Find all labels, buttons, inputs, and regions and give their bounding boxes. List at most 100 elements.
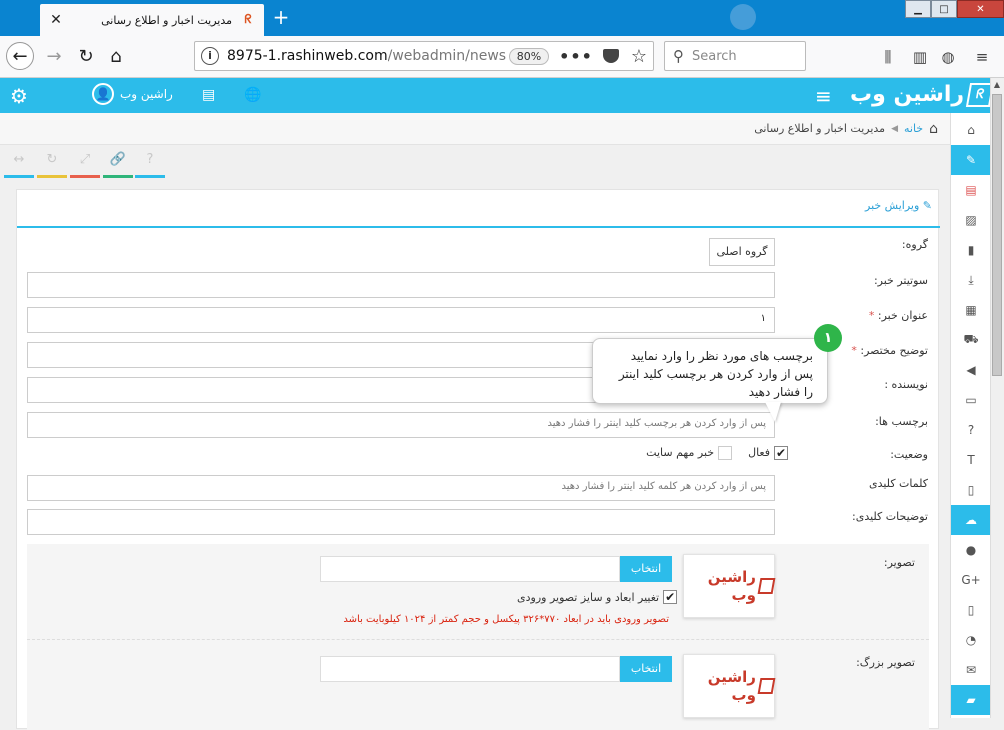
panel-title: ویرایش خبر <box>865 199 920 212</box>
resize-label: تغییر ابعاد و سایز تصویر ورودی <box>517 590 660 604</box>
scrollbar-thumb[interactable] <box>992 94 1002 376</box>
tab-title: مدیریت اخبار و اطلاع رسانی <box>101 13 232 27</box>
resize-checkbox[interactable]: ✔ <box>663 590 678 604</box>
breadcrumb-home-link[interactable]: خانه <box>904 122 923 135</box>
keywords-field[interactable]: پس از وارد کردن هر کلمه کلید اینتر را فش… <box>27 475 775 501</box>
bookmark-star-icon[interactable]: ☆ <box>631 46 647 67</box>
settings-gear-icon[interactable]: ⚙ <box>10 84 28 108</box>
sidebar-edit-icon[interactable]: ✎ <box>951 145 991 175</box>
image-pick-button[interactable]: انتخاب <box>620 556 672 582</box>
title-field[interactable]: ۱ <box>27 307 775 333</box>
website-globe-icon[interactable]: 🌐 <box>244 87 261 103</box>
browser-home-button[interactable]: ⌂ <box>102 42 130 70</box>
sidebar-question-icon[interactable]: ? <box>951 415 991 445</box>
search-icon: ⚲ <box>673 47 684 65</box>
sidebar-google-plus-icon[interactable]: G+ <box>951 565 991 595</box>
subtitle-label: سوتیتر خبر: <box>873 274 928 287</box>
keydesc-label: توضیحات کلیدی: <box>852 510 928 523</box>
thumb-logo-icon <box>757 578 776 594</box>
status-options: ✔فعال خبر مهم سایت <box>646 446 788 460</box>
icon-sidebar: ⌂ ✎ ▤ ▨ ▮ ⤓ ▦ ⛟ ◀ ▭ ? T ▯ ☁ ● G+ ▯ ◔ ✉ ▰ <box>950 113 991 718</box>
panel-tools-row: ↔ ↻ ⤢ 🔗 ? <box>0 146 950 182</box>
big-image-path-input[interactable] <box>320 656 620 682</box>
panel-header: ✎ ویرایش خبر <box>17 190 940 228</box>
big-image-label: تصویر بزرگ: <box>856 656 915 669</box>
globe-icon[interactable]: ◍ <box>938 48 958 68</box>
breadcrumb-home-icon[interactable]: ⌂ <box>929 121 938 137</box>
sidebar-document-icon[interactable]: ▮ <box>951 235 991 265</box>
browser-menu-icon[interactable]: ≡ <box>972 48 992 68</box>
maximize-button[interactable]: □ <box>931 0 957 18</box>
new-tab-button[interactable]: + <box>270 6 292 30</box>
browser-search-field[interactable]: ⚲ Search <box>664 41 806 71</box>
background-tab-ghost <box>540 10 720 26</box>
tags-help-tooltip: برچسب های مورد نظر را وارد نمایید پس از … <box>592 338 828 404</box>
scroll-up-icon[interactable]: ▲ <box>990 80 1004 89</box>
sidebar-text-icon[interactable]: T <box>951 445 991 475</box>
collapse-icon[interactable]: ↔ <box>4 152 34 172</box>
logo-text: راشین وب <box>850 82 965 107</box>
sidebar-users-icon[interactable]: ☁ <box>951 505 991 535</box>
group-select-button[interactable]: گروه اصلی <box>709 238 775 266</box>
url-path: /webadmin/news <box>387 48 507 64</box>
big-image-thumbnail[interactable]: راشین وب <box>683 654 776 718</box>
pocket-icon[interactable] <box>602 49 619 63</box>
library-icon[interactable]: ⫼ <box>878 48 898 68</box>
breadcrumb: ⌂ خانه ◀ مدیریت اخبار و اطلاع رسانی <box>0 113 950 145</box>
close-tab-icon[interactable]: ✕ <box>48 12 64 28</box>
sidebar-comments-icon[interactable]: ◔ <box>951 625 991 655</box>
thumb-brand: راشین وب <box>707 568 756 604</box>
sidebar-home-icon[interactable]: ⌂ <box>951 115 991 145</box>
sidebar-mail-icon[interactable]: ✉ <box>951 655 991 685</box>
sidebar-film-icon[interactable]: ▦ <box>951 295 991 325</box>
site-info-icon[interactable]: i <box>201 47 219 65</box>
sidebar-page-icon[interactable]: ▯ <box>951 475 991 505</box>
title-label: عنوان خبر: * <box>868 309 928 322</box>
edit-news-panel: ✎ ویرایش خبر گروه: گروه اصلی سوتیتر خبر:… <box>16 189 940 730</box>
help-icon[interactable]: ? <box>135 152 165 172</box>
fullscreen-icon[interactable]: ⤢ <box>70 152 100 172</box>
sidebar-news-icon[interactable]: ▤ <box>951 175 991 205</box>
keydesc-field[interactable] <box>27 509 775 535</box>
active-option[interactable]: ✔فعال <box>748 446 788 460</box>
hamburger-menu-icon[interactable]: ≡ <box>815 84 832 108</box>
refresh-icon[interactable]: ↻ <box>37 152 67 172</box>
sidebar-toggle-icon[interactable]: ▥ <box>910 48 930 68</box>
image-label: تصویر: <box>883 556 915 569</box>
sidebar-image-icon[interactable]: ▨ <box>951 205 991 235</box>
active-checkbox[interactable]: ✔ <box>774 446 788 460</box>
page-actions-icon[interactable]: ••• <box>559 47 593 66</box>
minimize-button[interactable]: ▁ <box>905 0 931 18</box>
messages-icon[interactable]: ▤ <box>202 87 215 103</box>
forward-button[interactable]: → <box>40 42 68 70</box>
tags-field[interactable]: پس از وارد کردن هر برچسب کلید اینتر را ف… <box>27 412 775 438</box>
tooltip-line-2: پس از وارد کردن هر برچسب کلید اینتر <box>618 367 813 381</box>
important-option[interactable]: خبر مهم سایت <box>646 446 733 460</box>
address-bar[interactable]: i 8975-1.rashinweb.com /webadmin/news 80… <box>194 41 654 71</box>
important-checkbox[interactable] <box>718 446 733 460</box>
author-label: نویسنده : <box>884 378 928 391</box>
subtitle-field[interactable] <box>27 272 775 298</box>
image-thumbnail[interactable]: راشین وب <box>683 554 776 618</box>
window-controls: ▁ □ ✕ <box>905 0 1004 18</box>
sidebar-mobile-icon[interactable]: ▯ <box>951 595 991 625</box>
sidebar-user-icon[interactable]: ● <box>951 535 991 565</box>
background-tab-icon <box>730 4 756 30</box>
link-icon[interactable]: 🔗 <box>103 152 133 172</box>
resize-option[interactable]: ✔ تغییر ابعاد و سایز تصویر ورودی <box>517 590 678 604</box>
big-image-pick-button[interactable]: انتخاب <box>620 656 672 682</box>
sidebar-cart-icon[interactable]: ⛟ <box>951 325 991 355</box>
sidebar-download-icon[interactable]: ⤓ <box>951 265 991 295</box>
zoom-indicator[interactable]: 80% <box>508 47 550 65</box>
image-path-input[interactable] <box>320 556 620 582</box>
sidebar-folder-icon[interactable]: ▰ <box>951 685 991 715</box>
sidebar-monitor-icon[interactable]: ▭ <box>951 385 991 415</box>
reload-button[interactable]: ↻ <box>72 42 100 70</box>
back-button[interactable]: ← <box>6 42 34 70</box>
browser-tab-active[interactable]: ᖇ مدیریت اخبار و اطلاع رسانی ✕ <box>40 4 264 36</box>
window-close-button[interactable]: ✕ <box>957 0 1004 18</box>
sidebar-volume-icon[interactable]: ◀ <box>951 355 991 385</box>
thumb-brand-2: راشین وب <box>707 668 756 704</box>
user-menu[interactable]: راشین وب 👤 <box>92 83 173 105</box>
section-divider <box>27 639 929 640</box>
